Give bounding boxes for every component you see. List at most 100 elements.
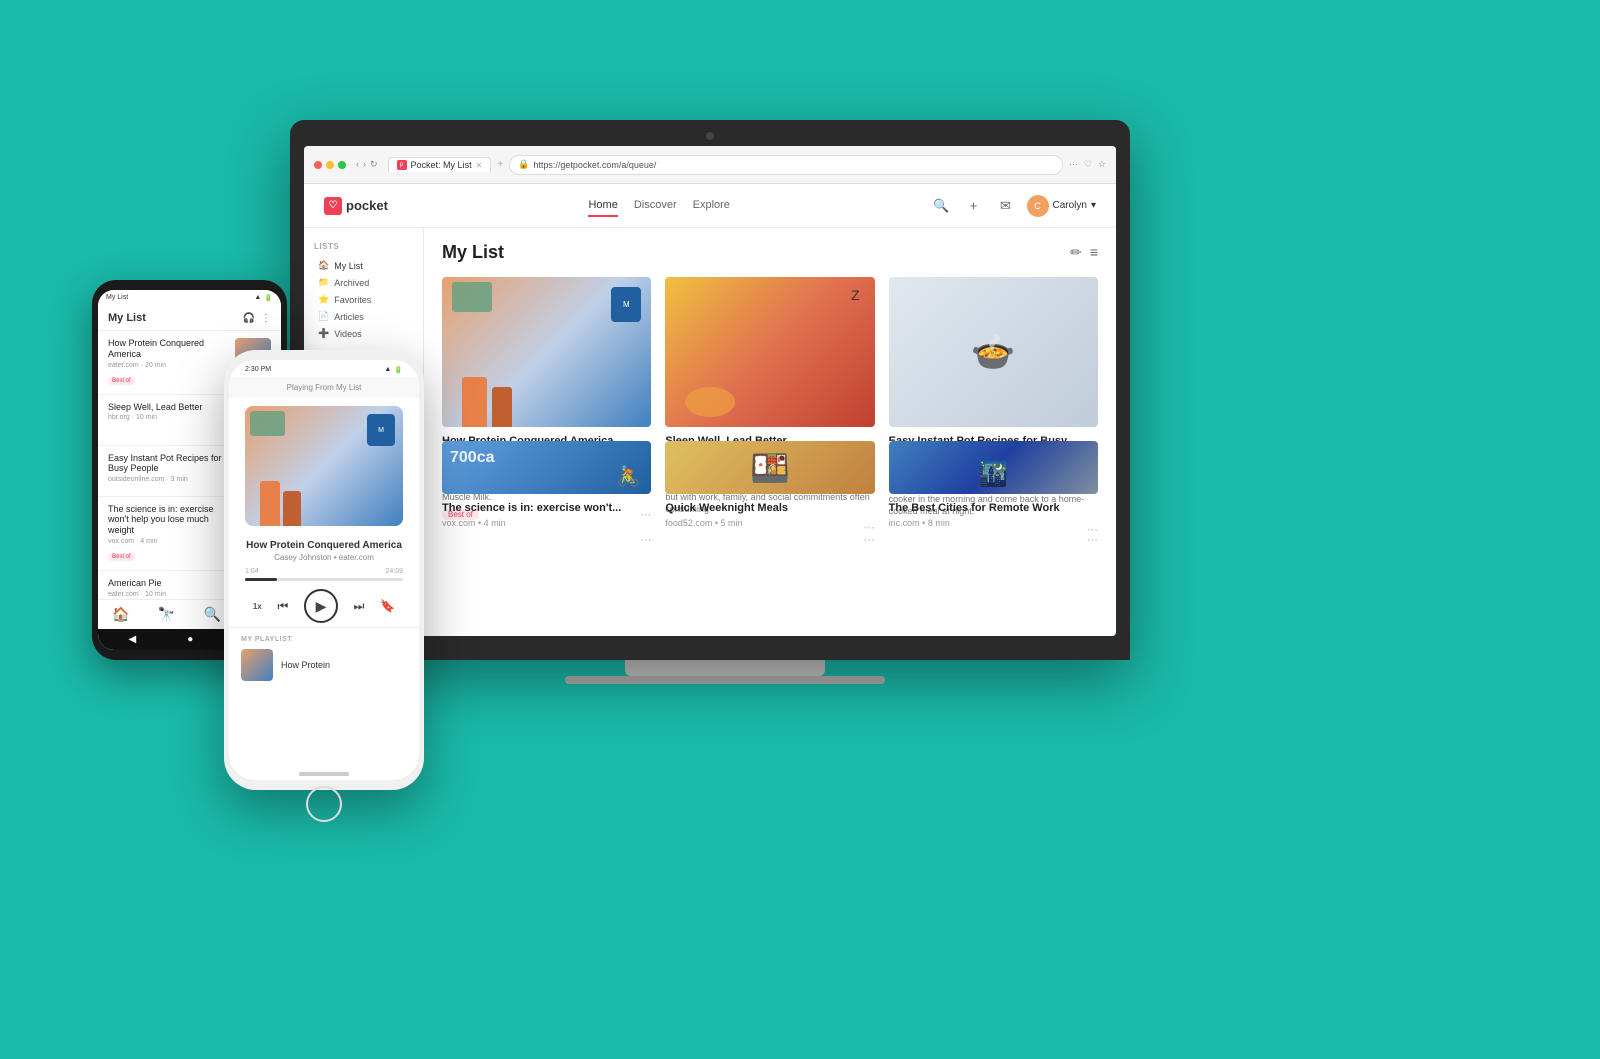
article-thumb-pot: 🍲 [889, 277, 1098, 427]
laptop-stand [625, 660, 825, 676]
settings-icon[interactable]: ☆ [1098, 159, 1106, 170]
pocket-header: ♡ pocket Home Discover Explore [304, 184, 1116, 228]
android-status-bar: My List ▲ 🔋 [98, 290, 281, 306]
android-item-meta-4: eater.com · 10 min [108, 591, 227, 598]
iphone-home-button[interactable] [306, 786, 342, 822]
reload-button[interactable]: ↻ [370, 159, 378, 170]
sidebar-my-list[interactable]: 🏠 My List [314, 257, 413, 274]
article-more-food[interactable]: ⋯ [864, 533, 875, 546]
article-more-city[interactable]: ⋯ [1087, 533, 1098, 546]
bookmark-button[interactable]: 🔖 [380, 599, 395, 613]
nav-home[interactable]: Home [588, 195, 617, 217]
nav-discover-label: Discover [634, 199, 677, 211]
android-home-btn[interactable]: ● [187, 634, 193, 645]
android-item-title-4: American Pie [108, 578, 227, 589]
article-source-city: inc.com [889, 518, 920, 528]
sidebar-videos[interactable]: ➕ Videos [314, 325, 413, 342]
article-thumb-sleep: Z [665, 277, 874, 427]
search-button[interactable]: 🔍 [931, 195, 953, 217]
signal-icon: 🔋 [264, 294, 273, 302]
article-card-sleep[interactable]: Z Sleep Well, Lead Better hbr.org • 10 m… [665, 277, 874, 427]
forward-button[interactable]: › [363, 159, 366, 170]
sidebar-archived[interactable]: 📁 Archived [314, 274, 413, 291]
article-footer-science: ⋯ [442, 533, 651, 546]
iphone-playlist-title: MY PLAYLIST [241, 636, 407, 643]
article-more-science[interactable]: ⋯ [640, 533, 651, 546]
close-dot[interactable] [314, 161, 322, 169]
android-search-nav[interactable]: 🔍 [204, 606, 221, 623]
add-button[interactable]: + [963, 195, 985, 217]
url-bar[interactable]: 🔒 https://getpocket.com/a/queue/ [509, 155, 1063, 175]
edit-icon[interactable]: ✏ [1070, 244, 1082, 261]
user-menu[interactable]: C Carolyn ▾ [1027, 195, 1097, 217]
iphone-spacer [229, 685, 419, 764]
android-item-info-1: Sleep Well, Lead Better hbr.org · 10 min [108, 402, 227, 438]
articles-icon: 📄 [318, 311, 329, 322]
lists-section-title: LISTS [314, 242, 413, 251]
android-back-btn[interactable]: ◀ [129, 634, 137, 645]
iphone-playlist-item-title: How Protein [281, 660, 407, 670]
android-time: My List [106, 294, 128, 302]
browser-tab[interactable]: p Pocket: My List ✕ [388, 157, 492, 172]
extensions-icon[interactable]: ⋯ [1069, 159, 1078, 170]
play-button[interactable]: ▶ [304, 589, 338, 623]
inbox-button[interactable]: ✉ [995, 195, 1017, 217]
iphone-speed-button[interactable]: 1x [253, 602, 262, 611]
nav-discover[interactable]: Discover [634, 195, 677, 217]
article-thumb-city: 🌃 [889, 441, 1098, 493]
plus-icon: ➕ [318, 328, 329, 339]
pocket-nav: Home Discover Explore [408, 195, 911, 217]
browser-traffic-lights [314, 161, 346, 169]
article-card-protein[interactable]: M How Protein Conquered America eater.co… [442, 277, 651, 427]
tab-close[interactable]: ✕ [476, 161, 483, 170]
illus-calorie: 700ca [450, 449, 495, 467]
android-headphones-icon[interactable]: 🎧 [243, 313, 255, 324]
article-source-food: food52.com [665, 518, 712, 528]
android-home-nav[interactable]: 🏠 [112, 606, 129, 623]
bookmark-icon[interactable]: ♡ [1084, 159, 1092, 170]
sidebar-favorites[interactable]: ⭐ Favorites [314, 291, 413, 308]
minimize-dot[interactable] [326, 161, 334, 169]
iphone-progress-bar[interactable] [245, 578, 403, 581]
article-time-city: 8 min [928, 518, 950, 528]
iphone-device: 2:30 PM ▲ 🔋 Playing From My List M How P… [224, 350, 424, 790]
article-thumb-protein: M [442, 277, 651, 427]
iphone-progress-area: 1:04 24:09 [229, 562, 419, 585]
iphone-song-title: How Protein Conquered America [229, 540, 419, 551]
pocket-logo-symbol: ♡ [329, 200, 338, 211]
wifi-icon: ▲ [254, 294, 261, 302]
laptop-screen: ‹ › ↻ p Pocket: My List ✕ + 🔒 https://ge… [304, 146, 1116, 636]
browser-actions: ⋯ ♡ ☆ [1069, 159, 1106, 170]
fast-forward-button[interactable]: ⏭ [354, 599, 365, 614]
maximize-dot[interactable] [338, 161, 346, 169]
article-card-city[interactable]: 🌃 The Best Cities for Remote Work inc.co… [889, 441, 1098, 493]
iphone-wifi-icon: ▲ [384, 366, 391, 374]
android-item-title-1: Sleep Well, Lead Better [108, 402, 227, 413]
article-title-science: The science is in: exercise won't... [442, 501, 651, 515]
article-title-city: The Best Cities for Remote Work [889, 501, 1098, 515]
article-card-food[interactable]: 🍱 Quick Weeknight Meals food52.com • 5 m… [665, 441, 874, 493]
iphone-playlist-info: How Protein [281, 660, 407, 670]
iphone-controls: 1x ⏮ ▶ ⏭ 🔖 [229, 585, 419, 627]
user-avatar: C [1027, 195, 1049, 217]
food-emoji: 🍱 [750, 449, 790, 487]
iphone-player-header: Playing From My List [229, 377, 419, 398]
iphone-playlist-thumb [241, 649, 273, 681]
iphone-playlist-item[interactable]: How Protein [241, 649, 407, 681]
back-button[interactable]: ‹ [356, 159, 359, 170]
list-view-icon[interactable]: ≡ [1090, 244, 1098, 261]
sidebar-articles[interactable]: 📄 Articles [314, 308, 413, 325]
https-lock: 🔒 [518, 159, 529, 170]
iphone-playlist-section: MY PLAYLIST How Protein [229, 627, 419, 685]
android-discover-nav[interactable]: 🔭 [158, 606, 175, 623]
pocket-content: My List ✏ ≡ [424, 228, 1116, 636]
rewind-button[interactable]: ⏮ [277, 599, 288, 614]
android-search-icon[interactable]: ⋮ [261, 313, 271, 324]
now-playing-label: Playing From My List [287, 383, 362, 392]
new-tab-button[interactable]: + [497, 159, 503, 170]
article-meta-city: inc.com • 8 min [889, 518, 1098, 528]
pocket-logo-text: pocket [346, 198, 388, 213]
article-card-science[interactable]: 700ca 🚴 The science is in: exercise won'… [442, 441, 651, 493]
article-card-pot[interactable]: 🍲 Easy Instant Pot Recipes for Busy Peop… [889, 277, 1098, 427]
nav-explore[interactable]: Explore [693, 195, 730, 217]
